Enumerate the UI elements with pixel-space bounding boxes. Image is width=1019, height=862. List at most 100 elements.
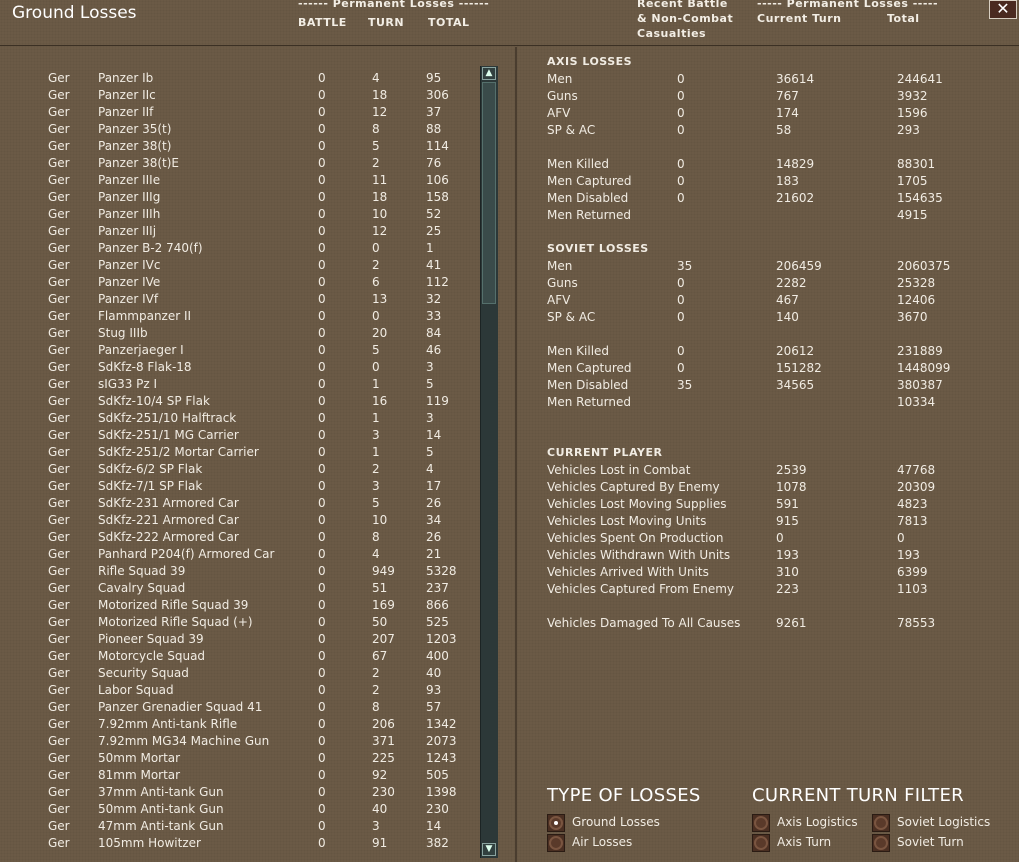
stat-label: Vehicles Captured From Enemy — [547, 582, 735, 596]
unit-row[interactable]: Ger Panzer B-2 740(f) 0 0 1 — [0, 241, 480, 258]
scroll-thumb[interactable] — [482, 82, 496, 304]
turn-loss-cell: 4 — [372, 547, 380, 561]
unit-row[interactable]: Ger SdKfz-222 Armored Car 0 8 26 — [0, 530, 480, 547]
unit-row[interactable]: Ger 7.92mm MG34 Machine Gun 0 371 2073 — [0, 734, 480, 751]
unit-name-cell: 50mm Mortar — [98, 751, 181, 765]
axis-logistics-label[interactable]: Axis Logistics — [777, 815, 858, 829]
unit-name-cell: Panzer IIIe — [98, 173, 161, 187]
nationality-cell: Ger — [48, 258, 70, 272]
total-value: 12406 — [897, 293, 936, 307]
battle-loss-cell: 0 — [318, 173, 326, 187]
unit-row[interactable]: Ger Cavalry Squad 0 51 237 — [0, 581, 480, 598]
current-turn-value: 0 — [776, 531, 784, 545]
unit-row[interactable]: Ger 50mm Anti-tank Gun 0 40 230 — [0, 802, 480, 819]
unit-row[interactable]: Ger SdKfz-251/1 MG Carrier 0 3 14 — [0, 428, 480, 445]
unit-row[interactable]: Ger Panzer 35(t) 0 8 88 — [0, 122, 480, 139]
total-loss-cell: 34 — [426, 513, 442, 527]
total-value: 88301 — [897, 157, 936, 171]
unit-row[interactable]: Ger SdKfz-10/4 SP Flak 0 16 119 — [0, 394, 480, 411]
total-loss-cell: 93 — [426, 683, 442, 697]
unit-row[interactable]: Ger SdKfz-8 Flak-18 0 0 3 — [0, 360, 480, 377]
stat-label: AFV — [547, 106, 571, 120]
unit-row[interactable]: Ger Panzer IIIg 0 18 158 — [0, 190, 480, 207]
unit-name-cell: 7.92mm Anti-tank Rifle — [98, 717, 238, 731]
ground-losses-radio[interactable] — [547, 814, 565, 832]
unit-name-cell: SdKfz-231 Armored Car — [98, 496, 239, 510]
air-losses-label[interactable]: Air Losses — [572, 835, 632, 849]
turn-loss-cell: 2 — [372, 666, 380, 680]
unit-row[interactable]: Ger Panzer IIf 0 12 37 — [0, 105, 480, 122]
unit-row[interactable]: Ger Motorized Rifle Squad 39 0 169 866 — [0, 598, 480, 615]
stat-label: Vehicles Lost Moving Supplies — [547, 497, 727, 511]
battle-loss-cell: 0 — [318, 377, 326, 391]
unit-name-cell: Panzer B-2 740(f) — [98, 241, 203, 255]
unit-row[interactable]: Ger Panzer 38(t) 0 5 114 — [0, 139, 480, 156]
stat-row: Men Killed 0 14829 88301 — [547, 157, 1017, 174]
unit-row[interactable]: Ger SdKfz-251/2 Mortar Carrier 0 1 5 — [0, 445, 480, 462]
unit-row[interactable]: Ger Panzer IIIh 0 10 52 — [0, 207, 480, 224]
current-turn-value: 20612 — [776, 344, 815, 358]
current-turn-value: 2539 — [776, 463, 807, 477]
unit-row[interactable]: Ger Panzer IVf 0 13 32 — [0, 292, 480, 309]
unit-row[interactable]: Ger Motorcycle Squad 0 67 400 — [0, 649, 480, 666]
unit-row[interactable]: Ger 81mm Mortar 0 92 505 — [0, 768, 480, 785]
unit-row[interactable]: Ger Panzerjaeger I 0 5 46 — [0, 343, 480, 360]
scroll-up-button[interactable]: ▲ — [482, 67, 496, 80]
unit-name-cell: Panhard P204(f) Armored Car — [98, 547, 275, 561]
recent-value: 35 — [677, 259, 693, 273]
total-value: 25328 — [897, 276, 936, 290]
unit-row[interactable]: Ger Security Squad 0 2 40 — [0, 666, 480, 683]
unit-row[interactable]: Ger SdKfz-7/1 SP Flak 0 3 17 — [0, 479, 480, 496]
soviet-logistics-label[interactable]: Soviet Logistics — [897, 815, 990, 829]
unit-row[interactable]: Ger Panzer IIIj 0 12 25 — [0, 224, 480, 241]
unit-row[interactable]: Ger 47mm Anti-tank Gun 0 3 14 — [0, 819, 480, 836]
unit-row[interactable]: Ger Labor Squad 0 2 93 — [0, 683, 480, 700]
unit-row[interactable]: Ger Panzer IVc 0 2 41 — [0, 258, 480, 275]
unit-row[interactable]: Ger 7.92mm Anti-tank Rifle 0 206 1342 — [0, 717, 480, 734]
unit-row[interactable]: Ger Stug IIIb 0 20 84 — [0, 326, 480, 343]
unit-row[interactable]: Ger 37mm Anti-tank Gun 0 230 1398 — [0, 785, 480, 802]
unit-row[interactable]: Ger Pioneer Squad 39 0 207 1203 — [0, 632, 480, 649]
battle-loss-cell: 0 — [318, 819, 326, 833]
total-loss-cell: 5 — [426, 377, 434, 391]
unit-row[interactable]: Ger 105mm Howitzer 0 91 382 — [0, 836, 480, 853]
scroll-down-button[interactable]: ▼ — [482, 843, 496, 856]
soviet-logistics-radio[interactable] — [872, 814, 890, 832]
axis-turn-label[interactable]: Axis Turn — [777, 835, 831, 849]
air-losses-radio[interactable] — [547, 834, 565, 852]
total-value: 10334 — [897, 395, 936, 409]
axis-logistics-radio[interactable] — [752, 814, 770, 832]
turn-loss-cell: 67 — [372, 649, 388, 663]
axis-turn-radio[interactable] — [752, 834, 770, 852]
unit-row[interactable]: Ger Panzer IIIe 0 11 106 — [0, 173, 480, 190]
unit-row[interactable]: Ger 50mm Mortar 0 225 1243 — [0, 751, 480, 768]
unit-row[interactable]: Ger Flammpanzer II 0 0 33 — [0, 309, 480, 326]
total-value: 1103 — [897, 582, 928, 596]
total-loss-cell: 88 — [426, 122, 442, 136]
soviet-turn-radio[interactable] — [872, 834, 890, 852]
battle-loss-cell: 0 — [318, 666, 326, 680]
battle-loss-cell: 0 — [318, 734, 326, 748]
battle-loss-cell: 0 — [318, 530, 326, 544]
unit-row[interactable]: Ger Panzer IVe 0 6 112 — [0, 275, 480, 292]
unit-row[interactable]: Ger SdKfz-231 Armored Car 0 5 26 — [0, 496, 480, 513]
unit-row[interactable]: Ger SdKfz-251/10 Halftrack 0 1 3 — [0, 411, 480, 428]
scrollbar[interactable]: ▲ ▼ — [480, 66, 498, 858]
unit-name-cell: SdKfz-8 Flak-18 — [98, 360, 192, 374]
ground-losses-label[interactable]: Ground Losses — [572, 815, 660, 829]
unit-row[interactable]: Ger Panhard P204(f) Armored Car 0 4 21 — [0, 547, 480, 564]
unit-row[interactable]: Ger Rifle Squad 39 0 949 5328 — [0, 564, 480, 581]
unit-row[interactable]: Ger Panzer 38(t)E 0 2 76 — [0, 156, 480, 173]
unit-row[interactable]: Ger Motorized Rifle Squad (+) 0 50 525 — [0, 615, 480, 632]
close-button[interactable]: ✕ — [989, 0, 1017, 19]
unit-row[interactable]: Ger SdKfz-6/2 SP Flak 0 2 4 — [0, 462, 480, 479]
unit-row[interactable]: Ger SdKfz-221 Armored Car 0 10 34 — [0, 513, 480, 530]
nationality-cell: Ger — [48, 173, 70, 187]
total-value: 20309 — [897, 480, 936, 494]
unit-row[interactable]: Ger Panzer Ib 0 4 95 — [0, 71, 480, 88]
unit-row[interactable]: Ger Panzer IIc 0 18 306 — [0, 88, 480, 105]
soviet-turn-label[interactable]: Soviet Turn — [897, 835, 964, 849]
unit-row[interactable]: Ger Panzer Grenadier Squad 41 0 8 57 — [0, 700, 480, 717]
unit-row[interactable]: Ger sIG33 Pz I 0 1 5 — [0, 377, 480, 394]
stat-row: Men Captured 0 151282 1448099 — [547, 361, 1017, 378]
